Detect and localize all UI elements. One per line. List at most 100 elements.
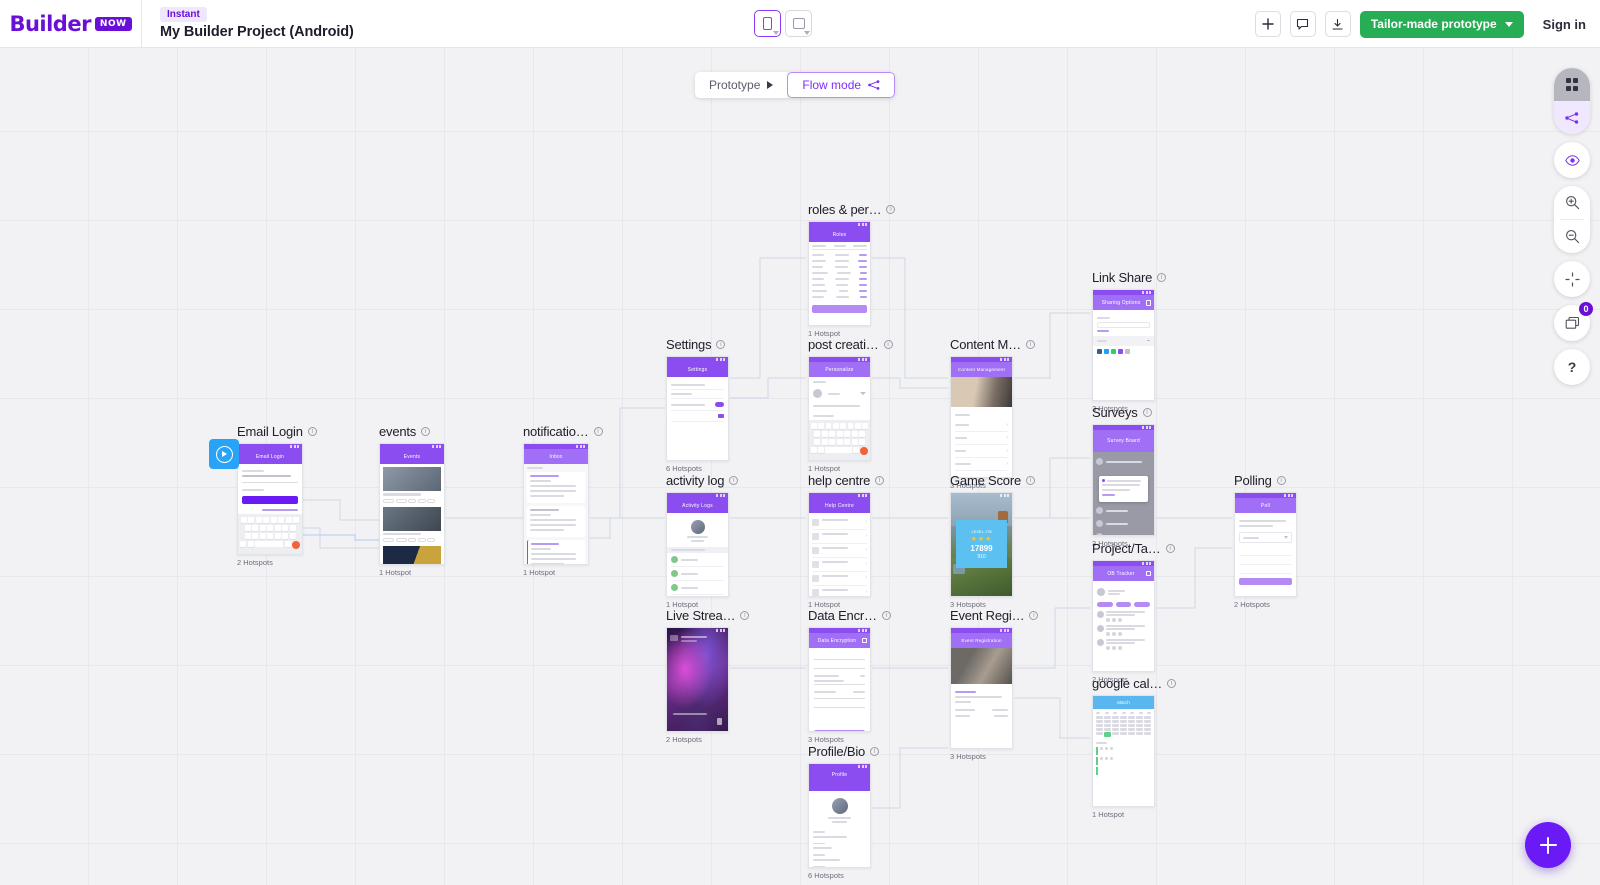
screen-thumbnail[interactable]: LEVEL 178 ★★★ 17899 910: [950, 492, 1013, 597]
tab-prototype[interactable]: Prototype: [695, 72, 788, 98]
info-icon[interactable]: i: [1165, 543, 1175, 553]
screen-card-surveys[interactable]: Surveys i Survey Board 3 Hotspots: [1092, 404, 1155, 548]
info-icon[interactable]: i: [870, 746, 880, 756]
info-icon[interactable]: i: [1025, 339, 1035, 349]
screen-card-live-stream[interactable]: Live Strea… i 2 Hotspots: [666, 607, 750, 744]
info-icon[interactable]: i: [1142, 407, 1152, 417]
info-icon[interactable]: i: [1157, 272, 1167, 282]
info-icon[interactable]: i: [716, 339, 726, 349]
app-logo[interactable]: Builder NOW: [0, 0, 142, 48]
layers-button[interactable]: 0: [1554, 302, 1593, 341]
flow-view-button[interactable]: [1554, 101, 1590, 134]
info-icon[interactable]: i: [1167, 678, 1177, 688]
screen-card-header: Surveys i: [1092, 404, 1155, 420]
screen-thumbnail[interactable]: Event Registration: [950, 627, 1013, 749]
tailor-made-prototype-button[interactable]: Tailor-made prototype: [1359, 10, 1524, 38]
zoom-out-icon: [1565, 230, 1579, 244]
screen-card-event-registration[interactable]: Event Regi… i Event Registration 3 Hotsp…: [950, 607, 1039, 761]
screen-title: Live Strea…: [666, 607, 736, 623]
screen-thumbnail[interactable]: March: [1092, 695, 1155, 807]
screen-thumbnail[interactable]: OB Tracker: [1092, 560, 1155, 672]
screen-thumbnail[interactable]: Inbox: [523, 443, 589, 565]
screen-card-polling[interactable]: Polling i Poll 2 Hotspots: [1234, 472, 1297, 609]
screen-card-header: help centre i: [808, 472, 885, 488]
screen-card-header: Email Login i: [237, 423, 317, 439]
screen-card-google-calendar[interactable]: google cal… i March 1 Hotspot: [1092, 675, 1177, 819]
info-icon[interactable]: i: [883, 339, 893, 349]
screen-thumbnail[interactable]: Sharing Options ⌁: [1092, 289, 1155, 401]
mock-appbar: Activity Logs: [667, 498, 728, 513]
screen-card-events[interactable]: events i Events 1 Hotspot: [379, 423, 445, 577]
comment-button[interactable]: [1289, 11, 1316, 37]
screen-card-data-encryption[interactable]: Data Encr… i Data Encryption 3 Hotspots: [808, 607, 891, 744]
screen-card-profile-bio[interactable]: Profile/Bio i Profile 6 Hotspots: [808, 743, 880, 880]
screen-card-header: events i: [379, 423, 445, 439]
screen-thumbnail[interactable]: Survey Board: [1092, 424, 1155, 536]
info-icon[interactable]: i: [307, 426, 317, 436]
info-icon[interactable]: i: [593, 426, 603, 436]
screen-thumbnail[interactable]: Personalize: [808, 356, 871, 461]
screen-thumbnail[interactable]: Help Centre › › › › › › ›: [808, 492, 871, 597]
screen-card-link-share[interactable]: Link Share i Sharing Options ⌁ 3 Hotspot…: [1092, 269, 1167, 413]
tab-flow-mode[interactable]: Flow mode: [787, 72, 896, 98]
flow-canvas[interactable]: Email Login i Email Login 2 Hotspots eve…: [0, 48, 1600, 885]
grid-view-button[interactable]: [1554, 68, 1590, 101]
screen-thumbnail[interactable]: Settings: [666, 356, 729, 461]
screen-thumbnail[interactable]: Data Encryption: [808, 627, 871, 732]
info-icon[interactable]: i: [1025, 475, 1035, 485]
download-button[interactable]: [1324, 11, 1351, 37]
preview-play-badge[interactable]: [209, 439, 239, 469]
device-tablet-button[interactable]: [785, 10, 812, 37]
preview-button[interactable]: [1554, 142, 1590, 178]
screen-thumbnail[interactable]: Content Management › › › ›: [950, 356, 1013, 478]
screen-card-roles-permissions[interactable]: roles & per… i Roles 1 Hotspot: [808, 201, 896, 338]
flow-view-icon: [1565, 111, 1579, 124]
screen-thumbnail[interactable]: [666, 627, 729, 732]
screen-card-help-centre[interactable]: help centre i Help Centre › › › › › › › …: [808, 472, 885, 609]
screen-thumbnail[interactable]: Activity Logs: [666, 492, 729, 597]
zoom-in-button[interactable]: [1554, 186, 1590, 219]
mock-appbar: Inbox: [524, 449, 588, 464]
screen-card-project-task[interactable]: Project/Ta… i OB Tracker 2 Hotspots: [1092, 540, 1175, 684]
screen-title: Polling: [1234, 472, 1272, 488]
screen-card-header: notificatio… i: [523, 423, 603, 439]
screen-card-content-management[interactable]: Content M… i Content Management › › › › …: [950, 336, 1035, 490]
calendar-month-header: March: [1093, 696, 1154, 709]
screen-card-post-creation[interactable]: post creati… i Personalize 1 Hotspot: [808, 336, 893, 473]
zoom-group: [1554, 186, 1590, 253]
add-button[interactable]: [1254, 11, 1281, 37]
screen-title: Email Login: [237, 423, 303, 439]
info-icon[interactable]: i: [729, 475, 739, 485]
screen-thumbnail[interactable]: Email Login: [237, 443, 303, 555]
info-icon[interactable]: i: [886, 204, 896, 214]
screen-card-email-login[interactable]: Email Login i Email Login 2 Hotspots: [237, 423, 317, 567]
mock-appbar: Sharing Options: [1093, 295, 1154, 310]
info-icon[interactable]: i: [421, 426, 431, 436]
info-icon[interactable]: i: [740, 610, 750, 620]
screen-thumbnail[interactable]: Roles: [808, 221, 871, 326]
device-phone-button[interactable]: [754, 10, 781, 37]
add-screen-fab[interactable]: [1525, 822, 1571, 868]
info-icon[interactable]: i: [1029, 610, 1039, 620]
screen-thumbnail[interactable]: Profile: [808, 763, 871, 868]
info-icon[interactable]: i: [881, 610, 891, 620]
screen-thumbnail[interactable]: Events: [379, 443, 445, 565]
zoom-out-button[interactable]: [1554, 220, 1590, 253]
info-icon[interactable]: i: [875, 475, 885, 485]
phone-device-icon: [763, 17, 772, 30]
screen-thumbnail[interactable]: Poll: [1234, 492, 1297, 597]
screen-card-game-score[interactable]: Game Score i LEVEL 178 ★★★ 17899 910 3 H…: [950, 472, 1035, 609]
info-icon[interactable]: i: [1276, 475, 1286, 485]
mock-appbar: Content Management: [951, 362, 1012, 377]
plus-icon: [1262, 18, 1274, 30]
fit-to-screen-button[interactable]: [1554, 261, 1590, 297]
help-button[interactable]: ?: [1554, 349, 1590, 385]
hotspot-count: 2 Hotspots: [666, 735, 702, 744]
mock-keyboard: [238, 514, 302, 554]
screen-card-settings[interactable]: Settings i Settings 6 Hotspots: [666, 336, 729, 473]
sign-in-button[interactable]: Sign in: [1543, 17, 1586, 32]
screen-card-notifications[interactable]: notificatio… i Inbox 1 Hotspot: [523, 423, 603, 577]
hotspot-count: 1 Hotspot: [1092, 810, 1125, 819]
chevron-down-icon: [773, 31, 779, 35]
screen-card-activity-log[interactable]: activity log i Activity Logs 1 Hotspot: [666, 472, 739, 609]
